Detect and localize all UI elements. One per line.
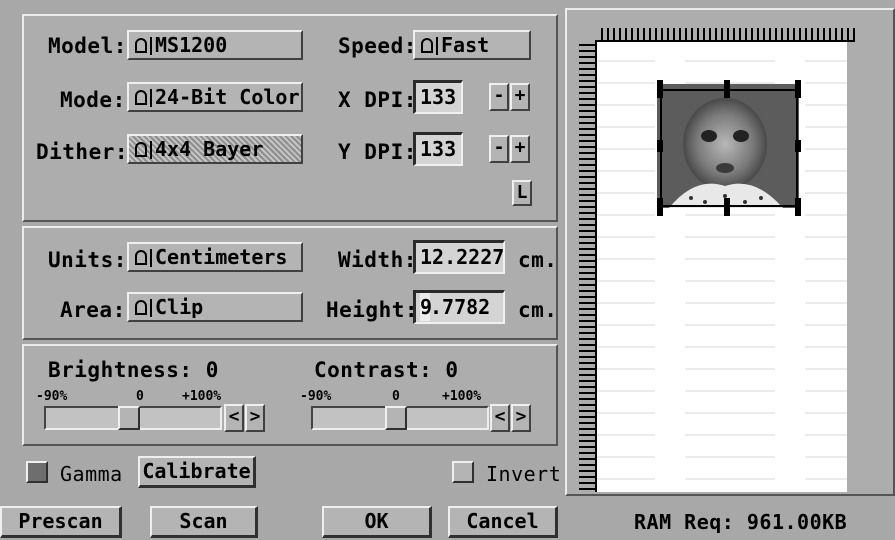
adjust-panel: Brightness: 0 -90% 0 +100% < > Contrast:… xyxy=(22,344,558,446)
model-select[interactable]: MS1200 xyxy=(127,30,303,60)
units-label: Units: xyxy=(48,248,127,272)
calibrate-button[interactable]: Calibrate xyxy=(138,456,256,488)
popup-icon xyxy=(135,38,147,53)
area-value: Clip xyxy=(155,295,204,319)
contrast-increase-button[interactable]: > xyxy=(511,404,531,432)
brightness-slider-thumb[interactable] xyxy=(118,406,140,430)
popup-icon xyxy=(135,250,147,265)
preview-panel xyxy=(565,8,895,496)
scan-button[interactable]: Scan xyxy=(150,506,258,538)
ydpi-label: Y DPI: xyxy=(338,140,417,164)
dither-select[interactable]: 4x4 Bayer xyxy=(127,134,303,164)
xdpi-decrease-button[interactable]: - xyxy=(489,83,509,111)
speed-select[interactable]: Fast xyxy=(413,30,531,60)
model-value: MS1200 xyxy=(155,33,228,57)
brightness-slider[interactable] xyxy=(44,406,222,430)
brightness-scale-mid: 0 xyxy=(136,389,144,404)
left-ruler xyxy=(579,42,597,492)
mode-value: 24-Bit Color xyxy=(155,85,300,109)
prescan-button[interactable]: Prescan xyxy=(0,506,122,538)
contrast-label: Contrast: 0 xyxy=(314,358,459,382)
divider xyxy=(150,299,152,317)
ydpi-input[interactable]: 133 xyxy=(413,132,463,166)
width-label: Width: xyxy=(338,248,417,272)
divider xyxy=(150,249,152,267)
ydpi-decrease-button[interactable]: - xyxy=(489,135,509,163)
brightness-increase-button[interactable]: > xyxy=(245,404,265,432)
brightness-decrease-button[interactable]: < xyxy=(224,404,244,432)
contrast-scale-min: -90% xyxy=(300,389,332,404)
width-unit: cm. xyxy=(518,248,558,272)
height-label: Height: xyxy=(326,298,419,322)
mode-select[interactable]: 24-Bit Color xyxy=(127,82,303,112)
xdpi-increase-button[interactable]: + xyxy=(510,83,530,111)
divider xyxy=(150,37,152,55)
preview-area[interactable] xyxy=(565,8,895,496)
divider xyxy=(150,89,152,107)
speed-label: Speed: xyxy=(338,34,417,58)
width-input[interactable]: 12.2227 xyxy=(413,240,505,274)
model-label: Model: xyxy=(48,34,127,58)
cancel-button[interactable]: Cancel xyxy=(448,506,558,538)
contrast-scale-mid: 0 xyxy=(392,389,400,404)
dither-value: 4x4 Bayer xyxy=(155,137,264,161)
area-select[interactable]: Clip xyxy=(127,292,303,322)
height-value: .7782 xyxy=(430,295,491,319)
popup-icon xyxy=(421,38,433,53)
brightness-scale-min: -90% xyxy=(36,389,68,404)
speed-value: Fast xyxy=(441,33,490,57)
gamma-checkbox[interactable] xyxy=(26,461,48,483)
brightness-label: Brightness: 0 xyxy=(48,358,219,382)
ram-requirement-text: RAM Req: 961.00KB xyxy=(634,510,848,534)
xdpi-input[interactable]: 133 xyxy=(413,80,463,114)
popup-icon xyxy=(135,142,147,157)
top-ruler xyxy=(601,28,855,42)
area-label: Area: xyxy=(60,298,126,322)
mode-label: Mode: xyxy=(60,88,126,112)
ydpi-increase-button[interactable]: + xyxy=(510,135,530,163)
divider xyxy=(150,141,152,159)
ok-button[interactable]: OK xyxy=(322,506,432,538)
invert-label: Invert xyxy=(486,462,562,486)
contrast-slider[interactable] xyxy=(311,406,489,430)
units-value: Centimeters xyxy=(155,245,288,269)
popup-icon xyxy=(135,300,147,315)
scanner-settings-panel: Model: MS1200 Speed: Fast Mode: 24-Bit C… xyxy=(22,14,558,222)
xdpi-label: X DPI: xyxy=(338,88,417,112)
invert-checkbox[interactable] xyxy=(452,461,474,483)
contrast-slider-thumb[interactable] xyxy=(385,406,407,430)
units-select[interactable]: Centimeters xyxy=(127,242,303,272)
contrast-decrease-button[interactable]: < xyxy=(490,404,510,432)
height-unit: cm. xyxy=(518,298,558,322)
gamma-label: Gamma xyxy=(60,462,123,486)
height-input[interactable]: 9.7782 xyxy=(413,290,505,324)
divider xyxy=(436,37,438,55)
contrast-scale-max: +100% xyxy=(442,389,482,404)
text-cursor: 9 xyxy=(420,293,433,321)
dither-label: Dither: xyxy=(36,140,129,164)
dimensions-panel: Units: Centimeters Width: 12.2227 cm. Ar… xyxy=(22,226,558,340)
popup-icon xyxy=(135,90,147,105)
lock-aspect-button[interactable]: L xyxy=(512,180,532,206)
brightness-scale-max: +100% xyxy=(182,389,222,404)
